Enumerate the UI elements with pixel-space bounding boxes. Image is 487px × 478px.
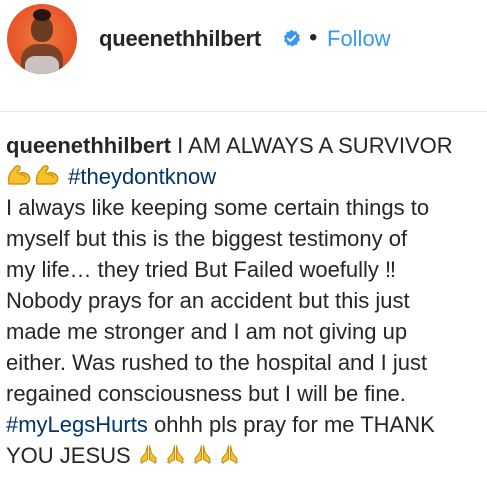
hashtag-link[interactable]: #myLegsHurts (6, 412, 148, 437)
caption-line-5: my life… they tried But Failed woefully … (6, 257, 397, 282)
caption-line-3: I always like keeping some certain thing… (6, 195, 430, 220)
caption-line-9: regained consciousness but I will be fin… (6, 381, 406, 406)
caption-line-2: #theydontknow (6, 161, 484, 192)
folded-hands-icon (139, 445, 158, 465)
avatar-hair (33, 9, 51, 21)
caption-line-10: #myLegsHurts ohhh pls pray for me THANK (6, 409, 484, 440)
caption-line-4: myself but this is the biggest testimony… (6, 226, 408, 251)
caption-author[interactable]: queenethhilbert (6, 133, 171, 158)
caption-text: ohhh pls pray for me THANK (153, 412, 435, 437)
verified-badge-icon (283, 29, 300, 47)
post-caption: queenethhilbert I AM ALWAYS A SURVIVOR #… (6, 130, 484, 471)
header-divider (0, 111, 487, 112)
separator-dot: • (309, 24, 318, 51)
caption-line-7: made me stronger and I am not giving up (6, 319, 408, 344)
follow-button[interactable]: Follow (327, 26, 391, 52)
folded-hands-icon (220, 445, 239, 465)
avatar-dress (25, 56, 59, 74)
profile-avatar[interactable] (7, 4, 77, 74)
post-header: queenethhilbert • Follow (0, 0, 487, 82)
caption-line-8: either. Was rushed to the hospital and I… (6, 350, 428, 375)
flexed-biceps-icon (8, 165, 31, 185)
header-username[interactable]: queenethhilbert (99, 26, 261, 52)
caption-text: YOU JESUS (6, 443, 131, 468)
caption-line-6: Nobody prays for an accident but this ju… (6, 288, 410, 313)
folded-hands-icon (166, 445, 185, 465)
hashtag-link[interactable]: #theydontknow (68, 164, 216, 189)
caption-line-11: YOU JESUS (6, 440, 484, 471)
caption-line-1: queenethhilbert I AM ALWAYS A SURVIVOR (6, 130, 484, 161)
flexed-biceps-icon (36, 165, 59, 185)
caption-text: I AM ALWAYS A SURVIVOR (177, 133, 453, 158)
folded-hands-icon (193, 445, 212, 465)
